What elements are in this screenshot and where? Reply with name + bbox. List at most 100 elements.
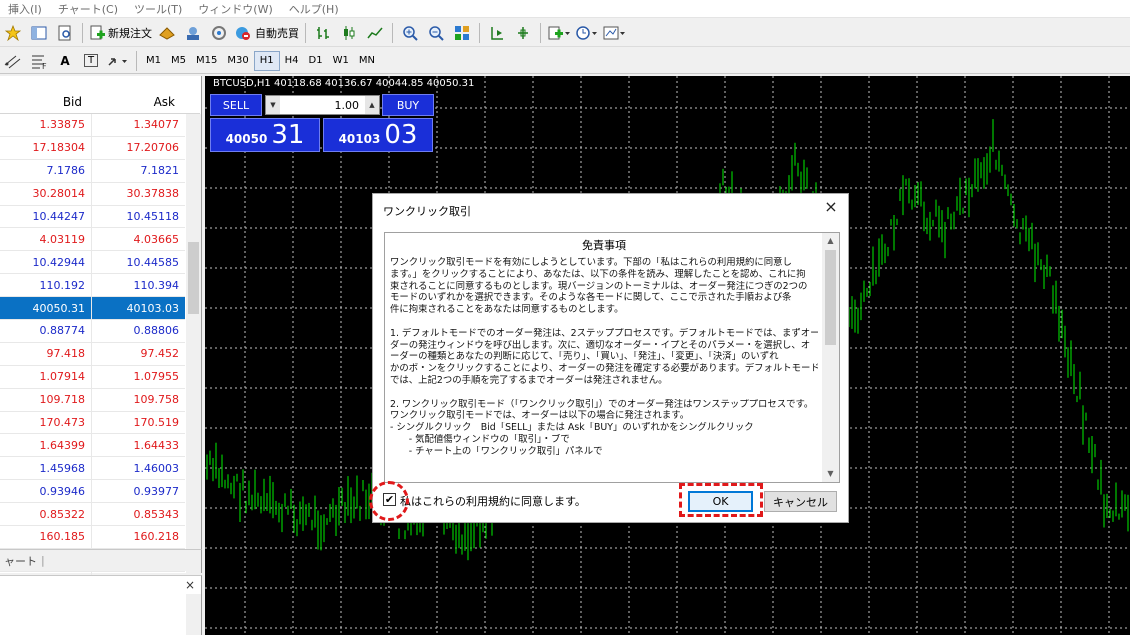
bid-price: 0.85322 <box>0 503 92 526</box>
toolbar-separator <box>305 22 306 43</box>
bid-price: 1.45968 <box>0 457 92 480</box>
arrows-menu-icon[interactable] <box>106 50 130 72</box>
indicators-menu-icon[interactable] <box>547 22 571 44</box>
autoscroll-icon[interactable] <box>512 22 534 44</box>
mt4-window: 挿入(I) チャート(C) ツール(T) ウィンドウ(W) ヘルプ(H) 新規注… <box>0 0 1130 635</box>
signals-icon[interactable] <box>208 22 230 44</box>
zoom-in-icon[interactable] <box>399 22 421 44</box>
menu-tools[interactable]: ツール(T) <box>126 1 190 17</box>
tile-windows-icon[interactable] <box>451 22 473 44</box>
zoom-out-icon[interactable] <box>425 22 447 44</box>
toolbar-separator <box>82 22 83 43</box>
market-watch-row[interactable]: 97.418 97.452 <box>0 342 185 366</box>
bid-column-header[interactable]: Bid <box>0 90 92 113</box>
menu-insert[interactable]: 挿入(I) <box>0 1 50 17</box>
market-watch-row[interactable]: 1.07914 1.07955 <box>0 365 185 389</box>
market-watch-row[interactable]: 17.18304 17.20706 <box>0 136 185 160</box>
line-chart-icon[interactable] <box>364 22 386 44</box>
market-watch-row[interactable]: 40050.31 40103.03 <box>0 297 185 321</box>
templates-menu-icon[interactable] <box>603 22 627 44</box>
buy-price-prefix: 40103 <box>338 132 381 146</box>
tab-chart[interactable]: ャート <box>0 553 41 569</box>
buy-price-button[interactable]: 40103 03 <box>323 118 433 152</box>
market-watch-row[interactable]: 170.473 170.519 <box>0 411 185 435</box>
ask-price: 40103.03 <box>126 301 180 315</box>
market-watch-row[interactable]: 109.718 109.758 <box>0 388 185 412</box>
fibonacci-tool-icon[interactable]: F <box>28 50 50 72</box>
market-watch-row[interactable]: 1.33875 1.34077 <box>0 114 185 137</box>
bid-price: 17.18304 <box>0 136 92 159</box>
data-window-icon[interactable] <box>54 22 76 44</box>
new-order-button[interactable]: 新規注文 <box>89 22 152 44</box>
disclaimer-line: - 気配値傷ウィンドウの「取引」・ブで <box>390 433 570 445</box>
menu-bar: 挿入(I) チャート(C) ツール(T) ウィンドウ(W) ヘルプ(H) <box>0 0 1130 18</box>
cancel-button[interactable]: キャンセル <box>764 491 837 512</box>
menu-window[interactable]: ウィンドウ(W) <box>190 1 280 17</box>
timeframe-m1[interactable]: M1 <box>141 51 166 71</box>
channel-tool-icon[interactable] <box>2 50 24 72</box>
timeframe-h1[interactable]: H1 <box>253 50 280 71</box>
market-watch-row[interactable]: 4.03119 4.03665 <box>0 228 185 252</box>
market-watch-row[interactable]: 1.64399 1.64433 <box>0 434 185 458</box>
text-label-tool-button[interactable]: T <box>80 50 102 72</box>
terminal-icon[interactable] <box>182 22 204 44</box>
disclaimer-scroll-thumb[interactable] <box>825 250 836 345</box>
scroll-up-icon[interactable]: ▲ <box>822 233 839 249</box>
disclaimer-scrollbar[interactable]: ▲ ▼ <box>822 233 839 482</box>
lot-down-icon[interactable]: ▼ <box>266 96 280 114</box>
ask-price: 97.452 <box>140 347 180 361</box>
market-watch-row[interactable]: 160.185 160.218 <box>0 526 185 549</box>
timeframe-d1[interactable]: D1 <box>304 51 328 71</box>
disclaimer-content: 免責事項 ワンクリック取引モードを有効にしようとしています。下部の「私はこれらの… <box>390 233 818 469</box>
candlestick-chart-icon[interactable] <box>338 22 360 44</box>
market-watch-icon[interactable] <box>28 22 50 44</box>
timeframe-m15[interactable]: M15 <box>191 51 222 71</box>
text-tool-button[interactable]: A <box>54 50 76 72</box>
bar-chart-icon[interactable] <box>312 22 334 44</box>
ask-price: 1.34077 <box>133 118 180 132</box>
menu-chart[interactable]: チャート(C) <box>50 1 126 17</box>
sell-price-button[interactable]: 40050 31 <box>210 118 320 152</box>
market-watch-scrollbar[interactable] <box>186 114 201 573</box>
dialog-close-icon[interactable]: × <box>822 199 840 217</box>
one-click-trading-dialog: ワンクリック取引 × 免責事項 ワンクリック取引モードを有効にしようとしています… <box>372 193 849 523</box>
market-watch-row[interactable]: 110.192 110.394 <box>0 274 185 298</box>
timeframe-m30[interactable]: M30 <box>222 51 253 71</box>
scroll-down-icon[interactable]: ▼ <box>822 466 839 482</box>
market-watch-row[interactable]: 10.42944 10.44585 <box>0 251 185 275</box>
market-watch-row[interactable]: 0.93946 0.93977 <box>0 480 185 504</box>
disclaimer-line: - シングルクリック Bid「SELL」または Ask「BUY」のいずれかをシン… <box>390 422 754 434</box>
favorites-star-icon[interactable] <box>2 22 24 44</box>
market-watch-row[interactable]: 0.85322 0.85343 <box>0 503 185 527</box>
periods-menu-icon[interactable] <box>575 22 599 44</box>
lot-value[interactable]: 1.00 <box>280 99 365 112</box>
navigator-scrollbar[interactable] <box>186 594 201 635</box>
market-watch-row[interactable]: 1.45968 1.46003 <box>0 457 185 481</box>
market-watch-row[interactable]: 7.1786 7.1821 <box>0 159 185 183</box>
market-watch-row[interactable]: 10.44247 10.45118 <box>0 205 185 229</box>
market-watch-header: Bid Ask <box>0 90 200 114</box>
lot-size-field[interactable]: ▼ 1.00 ▲ <box>265 95 380 115</box>
navigator-close-icon[interactable]: × <box>185 578 195 592</box>
auto-trading-button[interactable]: 自動売買 <box>234 22 299 44</box>
disclaimer-textbox[interactable]: 免責事項 ワンクリック取引モードを有効にしようとしています。下部の「私はこれらの… <box>384 232 840 483</box>
timeframe-m5[interactable]: M5 <box>166 51 191 71</box>
sell-button[interactable]: SELL <box>210 94 262 116</box>
lot-up-icon[interactable]: ▲ <box>365 96 379 114</box>
market-watch-row[interactable]: 0.88774 0.88806 <box>0 320 185 343</box>
ask-price: 160.218 <box>133 530 180 544</box>
agree-checkbox-label[interactable]: 私はこれらの利用規約に同意します。 <box>400 493 586 509</box>
ask-column-header[interactable]: Ask <box>92 90 185 113</box>
meta-editor-icon[interactable] <box>156 22 178 44</box>
timeframe-w1[interactable]: W1 <box>328 51 354 71</box>
market-watch-row[interactable]: 30.28014 30.37838 <box>0 182 185 206</box>
market-watch-scroll-thumb[interactable] <box>188 242 199 314</box>
chart-shift-icon[interactable] <box>486 22 508 44</box>
bid-price: 1.64399 <box>0 434 92 457</box>
timeframe-mn[interactable]: MN <box>354 51 380 71</box>
buy-button[interactable]: BUY <box>382 94 434 116</box>
timeframe-h4[interactable]: H4 <box>280 51 304 71</box>
checkbox-highlight-annotation <box>369 481 409 521</box>
standard-toolbar: 新規注文 自動売買 <box>0 19 1130 47</box>
menu-help[interactable]: ヘルプ(H) <box>281 1 347 17</box>
